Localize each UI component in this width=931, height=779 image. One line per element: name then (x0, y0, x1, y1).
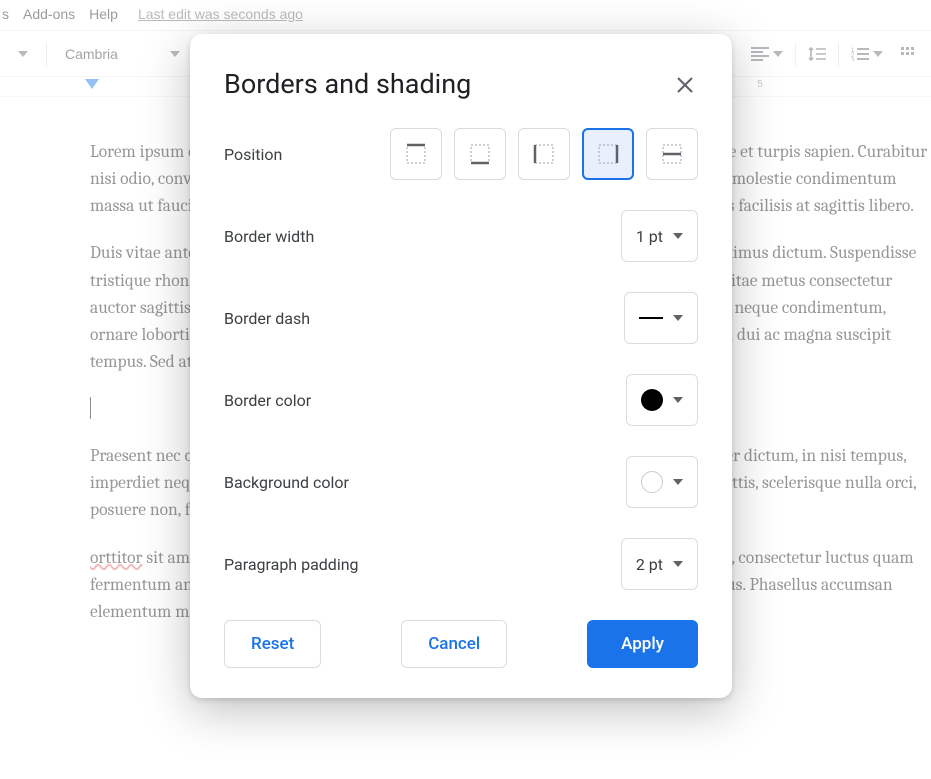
position-between-button[interactable] (646, 128, 698, 180)
caret-down-icon (673, 561, 683, 567)
solid-line-icon (639, 317, 663, 319)
position-top-button[interactable] (390, 128, 442, 180)
paragraph-padding-dropdown[interactable]: 2 pt (621, 538, 698, 590)
border-bottom-icon (468, 142, 492, 166)
background-color-dropdown[interactable] (626, 456, 698, 508)
paragraph-padding-value: 2 pt (636, 555, 663, 574)
cancel-button[interactable]: Cancel (401, 620, 507, 668)
border-between-icon (660, 142, 684, 166)
caret-down-icon (673, 315, 683, 321)
caret-down-icon (673, 233, 683, 239)
caret-down-icon (673, 397, 683, 403)
border-width-label: Border width (224, 227, 314, 246)
border-right-icon (596, 142, 620, 166)
border-width-dropdown[interactable]: 1 pt (621, 210, 698, 262)
border-left-icon (532, 142, 556, 166)
borders-shading-dialog: Borders and shading Position Border (190, 34, 732, 698)
position-right-button[interactable] (582, 128, 634, 180)
background-color-label: Background color (224, 473, 349, 492)
caret-down-icon (673, 479, 683, 485)
apply-button[interactable]: Apply (587, 620, 698, 668)
position-options (390, 128, 698, 180)
position-bottom-button[interactable] (454, 128, 506, 180)
border-width-value: 1 pt (636, 227, 663, 246)
border-color-label: Border color (224, 391, 311, 410)
border-top-icon (404, 142, 428, 166)
border-dash-dropdown[interactable] (624, 292, 698, 344)
close-icon (676, 76, 694, 94)
dialog-title: Borders and shading (224, 68, 471, 100)
position-left-button[interactable] (518, 128, 570, 180)
border-dash-label: Border dash (224, 309, 310, 328)
position-label: Position (224, 145, 282, 164)
close-button[interactable] (672, 72, 698, 98)
paragraph-padding-label: Paragraph padding (224, 555, 359, 574)
color-swatch-icon (641, 471, 663, 493)
border-color-dropdown[interactable] (626, 374, 698, 426)
color-swatch-icon (641, 389, 663, 411)
reset-button[interactable]: Reset (224, 620, 321, 668)
